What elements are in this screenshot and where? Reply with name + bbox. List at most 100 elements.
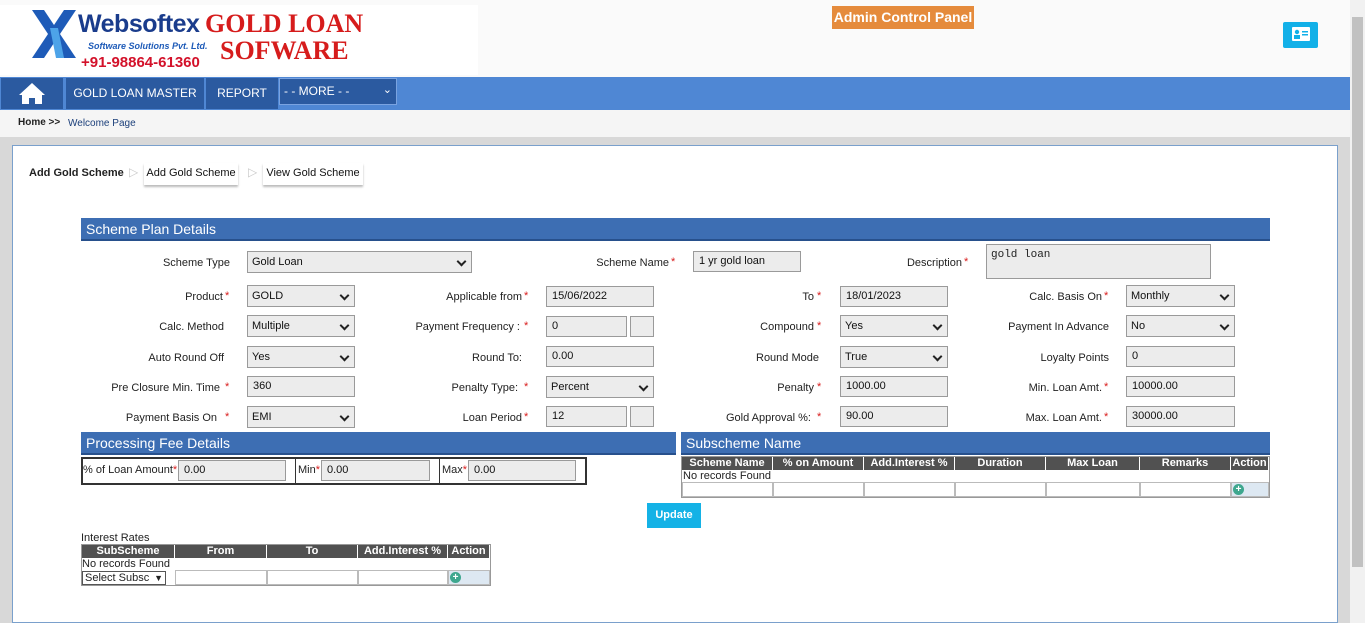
required-asterisk: *	[671, 256, 676, 268]
payment-frequency-unit-input[interactable]	[630, 316, 654, 337]
payment-advance-label: Payment In Advance	[1008, 321, 1109, 333]
to-date-input[interactable]: 18/01/2023	[840, 286, 948, 307]
interest-to-cell[interactable]	[267, 570, 358, 585]
required-asterisk: *	[817, 411, 822, 423]
brand-subtitle: Software Solutions Pvt. Ltd.	[88, 41, 208, 51]
breadcrumb-current[interactable]: Welcome Page	[68, 118, 136, 129]
arrow-right-icon: ▷	[129, 165, 139, 179]
description-textarea[interactable]: gold loan	[986, 244, 1211, 279]
scheme-type-select[interactable]: Gold Loan	[247, 251, 472, 273]
subscheme-pct-cell[interactable]	[773, 482, 864, 497]
id-card-icon[interactable]	[1283, 22, 1318, 48]
subscheme-select[interactable]: Select Subsc ▼	[82, 571, 166, 585]
payment-frequency-input[interactable]: 0	[546, 316, 627, 337]
scrollbar-thumb[interactable]	[1352, 17, 1363, 567]
loan-period-input[interactable]: 12	[546, 406, 627, 427]
col-scheme-name: Scheme Name	[682, 457, 773, 470]
col-duration: Duration	[955, 457, 1046, 470]
subscheme-header: Subscheme Name	[681, 432, 1270, 455]
applicable-from-label: Applicable from	[446, 291, 522, 303]
gold-approval-label: Gold Approval %:	[726, 412, 811, 424]
payment-frequency-label: Payment Frequency :	[415, 321, 520, 333]
col-subscheme-name: SubScheme name	[82, 545, 175, 569]
loyalty-points-input[interactable]: 0	[1126, 346, 1235, 367]
required-asterisk: *	[1104, 290, 1109, 302]
scheme-type-label: Scheme Type	[162, 257, 230, 269]
subscheme-interest-cell[interactable]	[864, 482, 955, 497]
nav-more-label: - - MORE - -	[284, 84, 350, 98]
calc-method-label: Calc. Method	[159, 321, 224, 333]
payment-advance-select[interactable]: No	[1126, 315, 1235, 337]
divider	[439, 459, 440, 483]
auto-round-select[interactable]: Yes	[247, 346, 355, 368]
round-to-label: Round To:	[472, 352, 522, 364]
subscheme-remarks-cell[interactable]	[1140, 482, 1231, 497]
required-asterisk: *	[817, 381, 822, 393]
calc-method-select[interactable]: Multiple	[247, 315, 355, 337]
add-subscheme-icon[interactable]: +	[1233, 484, 1244, 495]
col-add-interest: Add.Interest %	[864, 457, 955, 470]
round-to-input[interactable]: 0.00	[546, 346, 654, 367]
col-pct-amount: % on Amount	[773, 457, 864, 470]
min-loan-label: Min. Loan Amt.	[1028, 382, 1102, 394]
required-asterisk: *	[1104, 411, 1109, 423]
product-select[interactable]: GOLD	[247, 285, 355, 307]
penalty-type-label: Penalty Type:	[451, 382, 518, 394]
subscheme-duration-cell[interactable]	[955, 482, 1046, 497]
penalty-type-select[interactable]: Percent	[546, 376, 654, 398]
home-icon	[19, 83, 45, 104]
subscheme-maxloan-cell[interactable]	[1046, 482, 1140, 497]
home-nav-button[interactable]	[1, 78, 63, 109]
current-page-label: Add Gold Scheme	[29, 167, 124, 179]
loyalty-points-label: Loyalty Points	[1040, 352, 1109, 364]
min-fee-label: Min*	[298, 464, 321, 476]
round-mode-select[interactable]: True	[840, 346, 948, 368]
compound-select[interactable]: Yes	[840, 315, 948, 337]
penalty-input[interactable]: 1000.00	[840, 376, 948, 397]
col-to: To	[267, 545, 358, 558]
interest-empty: No records Found	[82, 558, 171, 570]
payment-basis-select[interactable]: EMI	[247, 406, 355, 428]
scheme-name-input[interactable]: 1 yr gold loan	[693, 251, 801, 272]
tab-view-gold-scheme[interactable]: View Gold Scheme	[263, 163, 363, 185]
subscheme-name-cell[interactable]	[682, 482, 773, 497]
nav-gold-loan-master[interactable]: GOLD LOAN MASTER	[66, 78, 204, 109]
min-fee-input[interactable]: 0.00	[321, 460, 430, 481]
required-asterisk: *	[524, 290, 529, 302]
breadcrumb-home[interactable]: Home >>	[18, 117, 60, 128]
required-asterisk: *	[225, 411, 230, 423]
applicable-from-input[interactable]: 15/06/2022	[546, 286, 654, 307]
max-fee-label: Max*	[442, 464, 468, 476]
admin-control-panel-button[interactable]: Admin Control Panel	[832, 6, 974, 29]
pre-closure-input[interactable]: 360	[247, 376, 355, 397]
col-action: Action	[1231, 457, 1269, 470]
calc-basis-label: Calc. Basis On	[1029, 291, 1102, 303]
nav-more-dropdown[interactable]: - - MORE - - ⌄	[279, 78, 397, 105]
max-loan-label: Max. Loan Amt.	[1025, 412, 1102, 424]
compound-label: Compound	[760, 321, 814, 333]
breadcrumb	[0, 110, 1350, 137]
round-mode-label: Round Mode	[756, 352, 819, 364]
nav-report[interactable]: REPORT	[206, 78, 278, 109]
required-asterisk: *	[225, 381, 230, 393]
interest-rates-title: Interest Rates	[81, 532, 150, 544]
min-loan-input[interactable]: 10000.00	[1126, 376, 1235, 397]
product-label: Product	[185, 291, 223, 303]
add-interest-icon[interactable]: +	[450, 572, 461, 583]
max-loan-input[interactable]: 30000.00	[1126, 406, 1235, 427]
payment-basis-label: Payment Basis On	[125, 412, 217, 424]
required-asterisk: *	[225, 290, 230, 302]
update-button[interactable]: Update	[647, 503, 701, 528]
scheme-name-label: Scheme Name	[596, 257, 669, 269]
tab-add-gold-scheme[interactable]: Add Gold Scheme	[144, 163, 238, 185]
pre-closure-label: Pre Closure Min. Time	[111, 382, 220, 394]
max-fee-input[interactable]: 0.00	[468, 460, 576, 481]
loan-period-unit-input[interactable]	[630, 406, 654, 427]
interest-add-cell[interactable]	[358, 570, 448, 585]
calc-basis-select[interactable]: Monthly	[1126, 285, 1235, 307]
required-asterisk: *	[817, 290, 822, 302]
interest-from-cell[interactable]	[175, 570, 267, 585]
gold-approval-input[interactable]: 90.00	[840, 406, 948, 427]
required-asterisk: *	[964, 256, 969, 268]
pct-loan-input[interactable]: 0.00	[178, 460, 286, 481]
